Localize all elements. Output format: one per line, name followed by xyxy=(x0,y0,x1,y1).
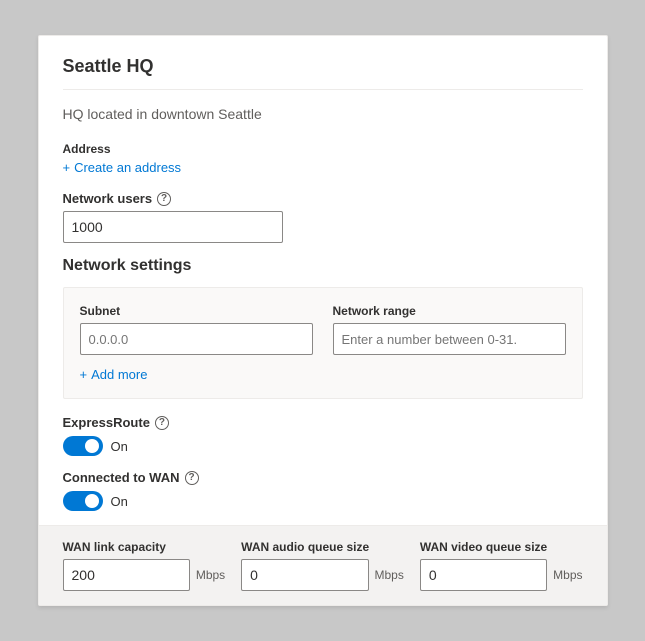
create-address-link[interactable]: + Create an address xyxy=(63,160,583,175)
main-card: Seattle HQ HQ located in downtown Seattl… xyxy=(38,35,608,606)
network-users-label: Network users ? xyxy=(63,191,583,206)
wan-video-queue-input[interactable] xyxy=(420,559,547,591)
wan-audio-queue-unit: Mbps xyxy=(375,568,404,582)
express-route-toggle[interactable] xyxy=(63,436,103,456)
connected-wan-toggle-row: On xyxy=(63,491,583,511)
wan-link-capacity-label: WAN link capacity xyxy=(63,540,226,554)
subnet-range-row: Subnet Network range xyxy=(80,304,566,355)
card-subtitle: HQ located in downtown Seattle xyxy=(63,106,583,122)
express-route-slider xyxy=(63,436,103,456)
connected-wan-group: Connected to WAN ? On xyxy=(63,470,583,511)
address-label: Address xyxy=(63,142,583,156)
title-divider xyxy=(63,89,583,90)
express-route-label: ExpressRoute xyxy=(63,415,150,430)
wan-link-capacity-unit: Mbps xyxy=(196,568,225,582)
network-users-input[interactable] xyxy=(63,211,283,243)
add-more-plus-icon: + xyxy=(80,367,88,382)
wan-link-capacity-col: WAN link capacity Mbps xyxy=(63,540,226,591)
add-more-link[interactable]: + Add more xyxy=(80,367,566,382)
network-range-label: Network range xyxy=(333,304,566,318)
wan-video-queue-col: WAN video queue size Mbps xyxy=(420,540,583,591)
connected-wan-toggle[interactable] xyxy=(63,491,103,511)
wan-link-capacity-input[interactable] xyxy=(63,559,190,591)
network-settings-section: Network settings Subnet Network range + … xyxy=(63,257,583,399)
wan-audio-queue-label: WAN audio queue size xyxy=(241,540,404,554)
wan-video-queue-unit: Mbps xyxy=(553,568,582,582)
network-range-input[interactable] xyxy=(333,323,566,355)
connected-wan-label: Connected to WAN xyxy=(63,470,180,485)
wan-row: WAN link capacity Mbps WAN audio queue s… xyxy=(63,540,583,591)
express-route-toggle-text: On xyxy=(111,439,128,454)
plus-icon: + xyxy=(63,160,71,175)
wan-video-queue-input-wrapper: Mbps xyxy=(420,559,583,591)
connected-wan-help-icon[interactable]: ? xyxy=(185,471,199,485)
wan-video-queue-label: WAN video queue size xyxy=(420,540,583,554)
network-users-help-icon[interactable]: ? xyxy=(157,192,171,206)
add-more-text: Add more xyxy=(91,367,147,382)
address-group: Address + Create an address xyxy=(63,142,583,175)
wan-link-capacity-input-wrapper: Mbps xyxy=(63,559,226,591)
wan-section: WAN link capacity Mbps WAN audio queue s… xyxy=(39,525,607,605)
express-route-label-row: ExpressRoute ? xyxy=(63,415,583,430)
network-range-col: Network range xyxy=(333,304,566,355)
network-settings-title: Network settings xyxy=(63,257,583,275)
network-users-group: Network users ? xyxy=(63,191,583,243)
express-route-toggle-row: On xyxy=(63,436,583,456)
express-route-help-icon[interactable]: ? xyxy=(155,416,169,430)
card-title: Seattle HQ xyxy=(63,56,583,77)
connected-wan-label-row: Connected to WAN ? xyxy=(63,470,583,485)
connected-wan-toggle-text: On xyxy=(111,494,128,509)
wan-audio-queue-input-wrapper: Mbps xyxy=(241,559,404,591)
wan-audio-queue-input[interactable] xyxy=(241,559,368,591)
subnet-label: Subnet xyxy=(80,304,313,318)
express-route-group: ExpressRoute ? On xyxy=(63,415,583,456)
subnet-col: Subnet xyxy=(80,304,313,355)
subnet-input[interactable] xyxy=(80,323,313,355)
wan-audio-queue-col: WAN audio queue size Mbps xyxy=(241,540,404,591)
network-box: Subnet Network range + Add more xyxy=(63,287,583,399)
connected-wan-slider xyxy=(63,491,103,511)
create-address-text: Create an address xyxy=(74,160,181,175)
